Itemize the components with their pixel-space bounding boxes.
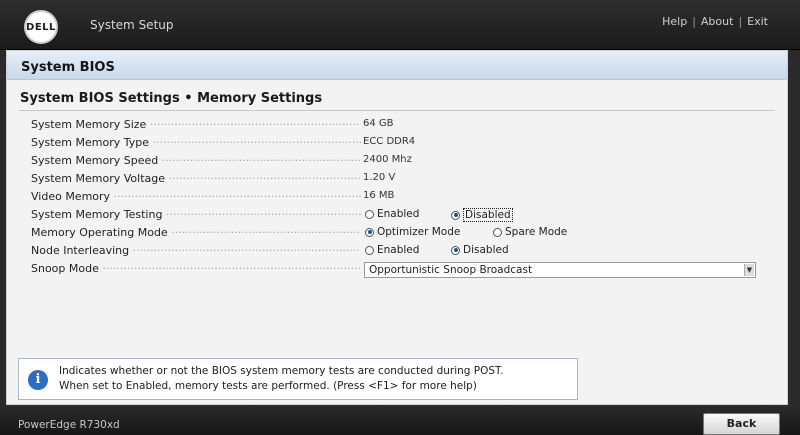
radio-unselected-icon: [365, 209, 374, 219]
model-name: PowerEdge R730xd: [18, 419, 120, 431]
link-separator: |: [692, 15, 696, 28]
radio-label: Disabled: [463, 208, 513, 222]
main-panel: System BIOS System BIOS Settings • Memor…: [6, 50, 788, 405]
memory-type-label: System Memory Type: [31, 136, 361, 149]
setting-row-node-interleaving: Node Interleaving Enabled Disabled: [31, 243, 771, 261]
dell-logo: DELL: [24, 10, 58, 44]
video-memory-value: 16 MB: [363, 190, 395, 201]
memory-size-value: 64 GB: [363, 118, 394, 129]
about-link[interactable]: About: [701, 15, 734, 28]
radio-label: Enabled: [377, 244, 420, 256]
operating-mode-label: Memory Operating Mode: [31, 226, 361, 239]
spare-mode-radio[interactable]: Spare Mode: [493, 226, 567, 238]
top-links: Help | About | Exit: [662, 15, 768, 28]
memory-size-label: System Memory Size: [31, 118, 361, 131]
info-icon: i: [28, 370, 48, 390]
snoop-mode-value: Opportunistic Snoop Broadcast: [369, 264, 533, 276]
exit-link[interactable]: Exit: [747, 15, 768, 28]
node-interleaving-label: Node Interleaving: [31, 244, 361, 257]
setting-row-video-memory: Video Memory 16 MB: [31, 189, 771, 207]
radio-selected-icon: [365, 227, 374, 237]
setting-row-operating-mode: Memory Operating Mode Optimizer Mode Spa…: [31, 225, 771, 243]
memory-testing-label: System Memory Testing: [31, 208, 361, 221]
help-box: i Indicates whether or not the BIOS syst…: [18, 358, 578, 400]
memory-voltage-label: System Memory Voltage: [31, 172, 361, 185]
memory-testing-enabled-radio[interactable]: Enabled: [365, 208, 419, 220]
radio-unselected-icon: [365, 245, 374, 255]
memory-voltage-value: 1.20 V: [363, 172, 396, 183]
back-button[interactable]: Back: [703, 413, 780, 435]
radio-label: Spare Mode: [505, 226, 568, 238]
footer-bar: PowerEdge R730xd Back: [0, 405, 800, 435]
setting-row-snoop-mode: Snoop Mode Opportunistic Snoop Broadcast…: [31, 261, 771, 279]
radio-label: Enabled: [377, 208, 420, 220]
dropdown-arrow-icon[interactable]: ▼: [744, 264, 754, 276]
radio-label: Optimizer Mode: [377, 226, 461, 238]
panel-header: System BIOS: [7, 51, 787, 80]
help-line-1: Indicates whether or not the BIOS system…: [59, 365, 504, 377]
setting-row-memory-size: System Memory Size 64 GB: [31, 117, 771, 135]
setting-row-memory-voltage: System Memory Voltage 1.20 V: [31, 171, 771, 189]
memory-speed-value: 2400 Mhz: [363, 154, 412, 165]
radio-selected-icon: [451, 210, 460, 220]
help-link[interactable]: Help: [662, 15, 687, 28]
setting-row-memory-type: System Memory Type ECC DDR4: [31, 135, 771, 153]
setting-row-memory-speed: System Memory Speed 2400 Mhz: [31, 153, 771, 171]
memory-type-value: ECC DDR4: [363, 136, 416, 147]
video-memory-label: Video Memory: [31, 190, 361, 203]
page-title: System BIOS: [21, 60, 115, 75]
node-interleaving-disabled-radio[interactable]: Disabled: [451, 244, 509, 256]
help-line-2: When set to Enabled, memory tests are pe…: [59, 380, 477, 392]
radio-unselected-icon: [493, 227, 502, 237]
section-divider: [19, 110, 775, 111]
snoop-mode-select[interactable]: Opportunistic Snoop Broadcast ▼: [364, 262, 756, 278]
radio-label: Disabled: [463, 244, 509, 256]
snoop-mode-label: Snoop Mode: [31, 262, 361, 275]
radio-selected-icon: [451, 245, 460, 255]
app-title: System Setup: [90, 18, 174, 32]
memory-testing-disabled-radio[interactable]: Disabled: [451, 208, 513, 222]
optimizer-mode-radio[interactable]: Optimizer Mode: [365, 226, 460, 238]
logo-text: DELL: [26, 21, 56, 33]
help-text: Indicates whether or not the BIOS system…: [59, 364, 504, 394]
section-title: System BIOS Settings • Memory Settings: [20, 91, 323, 106]
link-separator: |: [738, 15, 743, 28]
title-bar: DELL System Setup Help | About | Exit: [0, 0, 800, 50]
node-interleaving-enabled-radio[interactable]: Enabled: [365, 244, 419, 256]
memory-speed-label: System Memory Speed: [31, 154, 361, 167]
setting-row-memory-testing: System Memory Testing Enabled Disabled: [31, 207, 771, 225]
